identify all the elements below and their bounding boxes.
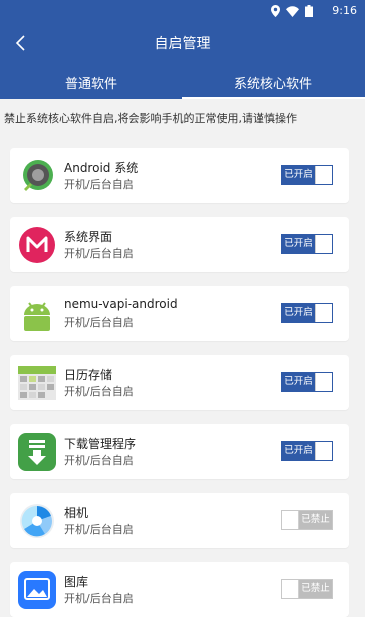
autostart-toggle[interactable]: 已开启 [281, 372, 333, 392]
app-subtitle: 开机/后台自启 [64, 178, 134, 191]
warning-notice: 禁止系统核心软件自启,将会影响手机的正常使用,请谨慎操作 [4, 112, 297, 125]
toggle-knob [315, 304, 332, 322]
status-icons [271, 5, 313, 17]
app-bar: 自启管理 [0, 22, 365, 66]
app-subtitle: 开机/后台自启 [64, 385, 134, 398]
app-name: 图库 [64, 575, 89, 589]
toggle-state-label: 已禁止 [299, 511, 332, 529]
toggle-state-label: 已开启 [282, 442, 315, 460]
app-row-nemu-vapi-android: nemu-vapi-android 开机/后台自启 已开启 [10, 286, 349, 341]
location-icon [271, 5, 280, 17]
toggle-knob [315, 166, 332, 184]
page-title: 自启管理 [154, 36, 211, 52]
gallery-icon [18, 571, 56, 609]
app-name: 系统界面 [64, 230, 113, 244]
app-name: 相机 [64, 506, 89, 520]
toggle-knob [282, 580, 299, 598]
battery-icon [305, 5, 313, 17]
autostart-toggle[interactable]: 已开启 [281, 441, 333, 461]
download-manager-icon [18, 433, 56, 471]
app-subtitle: 开机/后台自启 [64, 454, 134, 467]
app-row-camera: 相机 开机/后台自启 已禁止 [10, 493, 349, 548]
status-bar: 9:16 [0, 0, 365, 22]
toggle-state-label: 已开启 [282, 166, 315, 184]
tab-normal-apps[interactable]: 普通软件 [0, 73, 182, 92]
toggle-state-label: 已开启 [282, 304, 315, 322]
autostart-toggle[interactable]: 已禁止 [281, 510, 333, 530]
app-subtitle: 开机/后台自启 [64, 316, 134, 329]
toggle-state-label: 已开启 [282, 235, 315, 253]
app-name: 日历存储 [64, 368, 113, 382]
camera-icon [20, 504, 54, 538]
app-subtitle: 开机/后台自启 [64, 523, 134, 536]
app-row-android-system: Android 系统 开机/后台自启 已开启 [10, 148, 349, 203]
autostart-toggle[interactable]: 已禁止 [281, 579, 333, 599]
tab-system-core-apps[interactable]: 系统核心软件 [182, 73, 364, 92]
toggle-knob [282, 511, 299, 529]
app-row-system-ui: 系统界面 开机/后台自启 已开启 [10, 217, 349, 272]
wifi-icon [286, 5, 299, 17]
app-subtitle: 开机/后台自启 [64, 592, 134, 605]
toggle-state-label: 已禁止 [299, 580, 332, 598]
toggle-knob [315, 373, 332, 391]
android-system-icon [23, 160, 53, 191]
toggle-state-label: 已开启 [282, 373, 315, 391]
app-name: nemu-vapi-android [64, 297, 178, 311]
active-tab-indicator [182, 97, 365, 99]
app-name: Android 系统 [64, 161, 139, 175]
status-time: 9:16 [332, 4, 357, 17]
toggle-knob [315, 442, 332, 460]
autostart-toggle[interactable]: 已开启 [281, 234, 333, 254]
app-name: 下载管理程序 [64, 437, 137, 451]
toggle-knob [315, 235, 332, 253]
app-row-calendar-storage: 日历存储 开机/后台自启 已开启 [10, 355, 349, 410]
calendar-storage-icon [18, 366, 56, 400]
app-row-download-manager: 下载管理程序 开机/后台自启 已开启 [10, 424, 349, 479]
app-row-gallery: 图库 开机/后台自启 已禁止 [10, 562, 349, 617]
android-robot-icon [24, 302, 50, 331]
autostart-toggle[interactable]: 已开启 [281, 303, 333, 323]
tab-bar: 普通软件 系统核心软件 [0, 66, 365, 99]
autostart-toggle[interactable]: 已开启 [281, 165, 333, 185]
app-subtitle: 开机/后台自启 [64, 247, 134, 260]
system-ui-icon [19, 227, 55, 263]
